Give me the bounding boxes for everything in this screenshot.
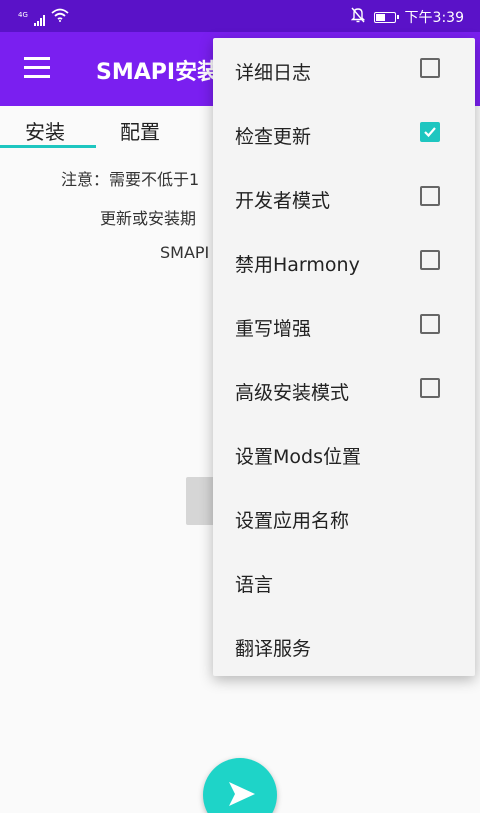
checkbox[interactable]	[420, 186, 440, 206]
page-title: SMAPI安装	[96, 60, 220, 85]
status-right: 下午3:39	[350, 7, 464, 27]
wifi-icon	[51, 8, 69, 26]
send-icon	[229, 782, 255, 806]
menu-item-check-update[interactable]: 检查更新	[213, 102, 475, 166]
hamburger-menu-icon[interactable]	[24, 57, 50, 79]
smapi-text: SMAPI	[160, 243, 210, 262]
tab-indicator	[0, 145, 96, 148]
menu-item-advanced-install[interactable]: 高级安装模式	[213, 358, 475, 422]
menu-item-language[interactable]: 语言	[213, 550, 475, 614]
menu-item-label: 详细日志	[235, 62, 312, 84]
notice-text: 注意：需要不低于1	[61, 170, 200, 189]
status-bar: 4G 下午3:39	[0, 0, 480, 32]
menu-item-rewrite-enhance[interactable]: 重写增强	[213, 294, 475, 358]
checkbox[interactable]	[420, 58, 440, 78]
menu-item-verbose-log[interactable]: 详细日志	[213, 38, 475, 102]
menu-item-label: 禁用Harmony	[235, 254, 360, 276]
checkbox-checked[interactable]	[420, 122, 440, 142]
status-left: 4G	[18, 8, 69, 26]
check-icon	[424, 127, 436, 138]
menu-item-label: 设置应用名称	[235, 510, 350, 532]
checkbox[interactable]	[420, 378, 440, 398]
tab-install[interactable]: 安装	[25, 116, 65, 145]
menu-item-set-mods-location[interactable]: 设置Mods位置	[213, 422, 475, 486]
menu-item-disable-harmony[interactable]: 禁用Harmony	[213, 230, 475, 294]
menu-item-label: 检查更新	[235, 126, 312, 148]
clock: 下午3:39	[404, 10, 464, 26]
battery-level	[375, 13, 385, 21]
send-fab-button[interactable]	[203, 758, 277, 813]
overflow-menu: 详细日志检查更新开发者模式禁用Harmony 重写增强高级安装模式 设置Mods位置…	[213, 38, 475, 676]
app-screen: 4G 下午3:39 SMAPI安装 安装 配置 注意：需要不低于1 更新或安装期…	[0, 0, 480, 813]
menu-item-label: 高级安装模式	[235, 382, 350, 404]
tab-config[interactable]: 配置	[120, 116, 160, 145]
menu-item-label: 重写增强	[235, 318, 312, 340]
menu-item-label: 设置Mods位置	[235, 446, 361, 468]
menu-item-label: 语言	[235, 574, 274, 596]
checkbox[interactable]	[420, 250, 440, 270]
menu-item-label: 开发者模式	[235, 190, 331, 212]
menu-item-translation-service[interactable]: 翻译服务	[213, 614, 475, 678]
battery-icon	[373, 11, 399, 23]
menu-item-label: 翻译服务	[235, 638, 312, 660]
checkbox[interactable]	[420, 314, 440, 334]
network-type: 4G	[18, 11, 28, 19]
mute-notification-icon	[350, 7, 365, 27]
menu-item-developer-mode[interactable]: 开发者模式	[213, 166, 475, 230]
menu-item-set-app-name[interactable]: 设置应用名称	[213, 486, 475, 550]
update-text: 更新或安装期	[100, 209, 197, 228]
signal-icon	[33, 14, 45, 26]
